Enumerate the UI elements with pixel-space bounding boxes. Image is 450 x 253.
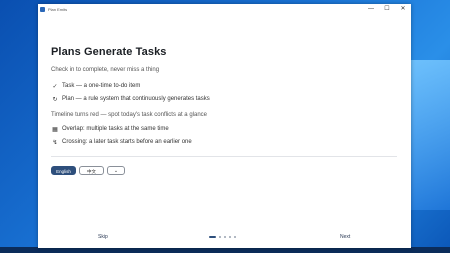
timeline-heading: Timeline turns red — spot today's task c… bbox=[51, 112, 207, 118]
check-circle-icon: ✓ bbox=[52, 83, 58, 90]
page-dot[interactable] bbox=[234, 236, 236, 238]
list-item-label: Task — a one-time to-do item bbox=[62, 83, 141, 89]
language-dropdown-button[interactable]: ⌄ bbox=[107, 166, 125, 175]
conflict-list: ▦ Overlap: multiple tasks at the same ti… bbox=[51, 124, 398, 147]
skip-button[interactable]: Skip bbox=[98, 234, 108, 240]
refresh-icon: ↻ bbox=[52, 96, 58, 103]
chevron-down-icon: ⌄ bbox=[113, 168, 119, 174]
list-item-plan: ↻ Plan — a rule system that continuously… bbox=[51, 94, 398, 104]
page-subtitle: Check in to complete, never miss a thing bbox=[51, 67, 160, 73]
title-bar[interactable]: Plan Emits — ☐ ✕ bbox=[38, 4, 411, 14]
list-item-overlap: ▦ Overlap: multiple tasks at the same ti… bbox=[51, 124, 398, 134]
page-dot[interactable] bbox=[224, 236, 226, 238]
next-button[interactable]: Next bbox=[340, 234, 350, 240]
crossing-arrows-icon: ↯ bbox=[52, 139, 58, 146]
page-dot[interactable] bbox=[229, 236, 231, 238]
close-button[interactable]: ✕ bbox=[395, 4, 411, 14]
minimize-button[interactable]: — bbox=[363, 4, 379, 14]
maximize-button[interactable]: ☐ bbox=[379, 4, 395, 14]
list-item-label: Plan — a rule system that continuously g… bbox=[62, 96, 210, 102]
language-chinese-button[interactable]: 中文 bbox=[79, 166, 104, 175]
onboarding-content: Plans Generate Tasks Check in to complet… bbox=[51, 46, 398, 175]
app-window: Plan Emits — ☐ ✕ Plans Generate Tasks Ch… bbox=[38, 4, 411, 248]
page-dot[interactable] bbox=[219, 236, 221, 238]
concept-list: ✓ Task — a one-time to-do item ↻ Plan — … bbox=[51, 81, 398, 104]
list-item-label: Overlap: multiple tasks at the same time bbox=[62, 126, 169, 132]
list-item-label: Crossing: a later task starts before an … bbox=[62, 139, 192, 145]
list-item-task: ✓ Task — a one-time to-do item bbox=[51, 81, 398, 91]
page-dot-active[interactable] bbox=[209, 236, 216, 238]
calendar-icon: ▦ bbox=[52, 126, 58, 133]
language-selector: English 中文 ⌄ bbox=[51, 166, 398, 175]
divider bbox=[51, 156, 397, 157]
page-indicator bbox=[209, 236, 236, 238]
page-title: Plans Generate Tasks bbox=[51, 46, 167, 58]
app-icon bbox=[40, 6, 45, 12]
window-title: Plan Emits bbox=[48, 6, 68, 12]
language-english-button[interactable]: English bbox=[51, 166, 76, 175]
list-item-crossing: ↯ Crossing: a later task starts before a… bbox=[51, 137, 398, 147]
window-controls: — ☐ ✕ bbox=[363, 4, 411, 14]
onboarding-footer: Skip Next bbox=[38, 234, 411, 242]
